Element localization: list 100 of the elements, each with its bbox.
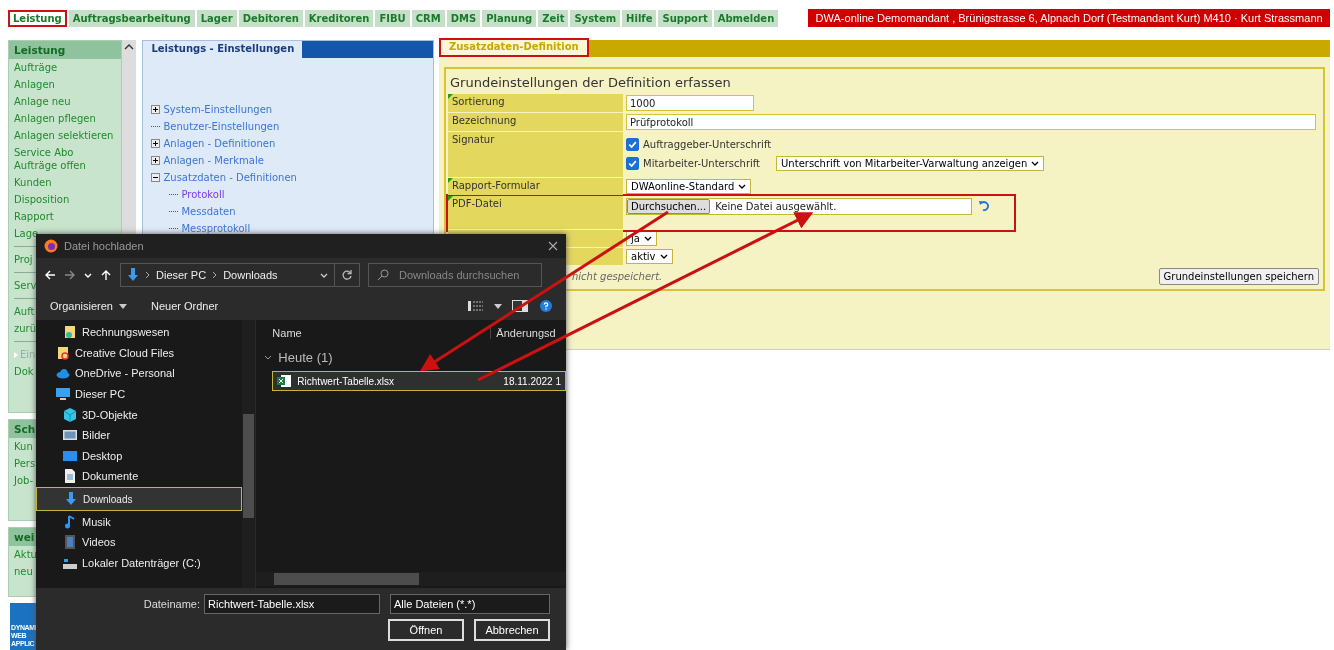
nav-tab[interactable]: DMS — [446, 9, 481, 27]
caret-icon — [643, 236, 652, 241]
open-button[interactable]: Öffnen — [388, 619, 464, 641]
text-field[interactable]: 1000 — [626, 95, 754, 111]
tree-toggle-icon[interactable] — [151, 105, 161, 114]
nav-item[interactable]: Lokaler Datenträger (C:) — [36, 552, 243, 574]
panel-tab[interactable]: Zusatzdaten-Definition — [439, 38, 589, 57]
tree-toggle-icon[interactable] — [151, 156, 161, 165]
nav-tab[interactable]: CRM — [411, 9, 445, 27]
nav-tab[interactable]: Planung — [482, 9, 537, 27]
scrollbar[interactable] — [242, 320, 256, 588]
nav-item[interactable]: Desktop — [36, 445, 243, 467]
sidebar-link[interactable]: Disposition — [9, 191, 122, 208]
tree-item[interactable]: Messprotokoll — [181, 223, 251, 234]
sidebar-link[interactable]: Anlagen pflegen — [9, 110, 122, 127]
dropdown[interactable]: DWAonline-Standard — [626, 179, 752, 194]
address-bar[interactable]: Dieser PC Downloads — [120, 263, 360, 287]
nav-tab[interactable]: System — [570, 9, 621, 27]
close-icon[interactable] — [548, 241, 558, 251]
tree-item[interactable]: Anlagen - Definitionen — [163, 138, 276, 149]
tree-item[interactable]: Benutzer-Einstellungen — [163, 121, 280, 132]
checkmark-icon — [627, 139, 638, 150]
nav-tab[interactable]: Debitoren — [238, 9, 303, 27]
sidebar-link[interactable]: Rapport — [9, 208, 122, 225]
path-segment[interactable]: Downloads — [223, 269, 278, 281]
dropdown[interactable]: aktiv — [626, 249, 673, 264]
nav-tab[interactable]: FIBU — [375, 9, 410, 27]
form-title: Grundeinstellungen der Definition erfassen — [450, 75, 732, 90]
pictures-icon — [63, 428, 77, 443]
cancel-button[interactable]: Abbrechen — [474, 619, 550, 641]
nav-tab[interactable]: Support — [658, 9, 712, 27]
nav-tab[interactable]: Hilfe — [622, 9, 657, 27]
file-field[interactable]: Durchsuchen... Keine Datei ausgewählt. — [626, 198, 972, 215]
nav-tab[interactable]: Kreditoren — [304, 9, 374, 27]
scroll-up-icon[interactable] — [124, 44, 135, 50]
sidebar-link[interactable]: Kunden — [9, 174, 122, 191]
tree-connector — [169, 194, 179, 195]
client-info-bar: DWA-online Demomandant , Brünigstrasse 6, Alpnach Dorf (Testmandant Kurt) M410 · Kurt Strassmann — [808, 9, 1330, 27]
sidebar-link[interactable]: Anlage neu — [9, 93, 122, 110]
tree-item[interactable]: Anlagen - Merkmale — [163, 155, 264, 166]
sidebar-link[interactable]: Service Abo Aufträge offen — [9, 144, 122, 174]
nav-tab[interactable]: Zeit — [538, 9, 569, 27]
browse-button[interactable]: Durchsuchen... — [627, 199, 711, 214]
sidebar-heading: Leistung — [9, 41, 122, 59]
dropdown[interactable]: Unterschrift von Mitarbeiter-Varwaltung anzeigen — [776, 156, 1045, 171]
toolbar-button[interactable]: Neuer Ordner — [151, 300, 219, 312]
undo-icon[interactable] — [978, 200, 990, 212]
forward-arrow-icon[interactable] — [64, 269, 76, 281]
chevron-icon — [145, 271, 150, 279]
scrollbar[interactable] — [256, 572, 566, 586]
documents-icon — [63, 469, 77, 484]
column-header[interactable]: Änderungsd — [490, 327, 556, 339]
column-header[interactable]: Name — [272, 327, 491, 339]
checkbox[interactable] — [626, 138, 639, 151]
field-label: Bezeichnung — [452, 115, 517, 126]
sidebar-link[interactable]: Anlagen — [9, 76, 122, 93]
tree-toggle-icon[interactable] — [151, 139, 161, 148]
text-field[interactable]: Prüfprotokoll — [626, 114, 1316, 130]
collapse-caret-icon[interactable] — [264, 355, 273, 360]
filename-field[interactable]: Richtwert-Tabelle.xlsx — [204, 594, 380, 614]
desktop-icon — [63, 448, 77, 463]
refresh-icon[interactable] — [341, 269, 353, 281]
nav-item[interactable]: Downloads — [36, 486, 243, 512]
tree-item[interactable]: Protokoll — [181, 189, 225, 200]
caret-icon[interactable] — [320, 272, 328, 278]
group-header[interactable]: Heute (1) — [256, 346, 566, 369]
dialog-title: Datei hochladen — [64, 240, 145, 252]
file-type-dropdown[interactable]: Alle Dateien (*.*) — [390, 594, 550, 614]
save-button[interactable]: Grundeinstellungen speichern — [1158, 268, 1319, 285]
back-arrow-icon[interactable] — [44, 269, 56, 281]
search-field[interactable]: Downloads durchsuchen — [368, 263, 542, 287]
help-icon[interactable] — [538, 300, 554, 312]
field-label: PDF-Datei — [452, 198, 502, 209]
nav-item[interactable]: Dokumente — [36, 466, 243, 487]
tree-item[interactable]: Messdaten — [181, 206, 236, 217]
sidebar-link[interactable]: Anlagen selektieren — [9, 127, 122, 144]
cube-icon — [63, 407, 77, 422]
nav-item[interactable]: Dieser PC — [36, 383, 243, 405]
nav-tab[interactable]: Auftragsbearbeitung — [68, 9, 195, 27]
nav-tab[interactable]: Leistung — [8, 9, 67, 27]
path-segment[interactable]: Dieser PC — [156, 269, 207, 281]
nav-item[interactable]: Rechnungswesen — [36, 322, 243, 343]
nav-tab[interactable]: Lager — [196, 9, 237, 27]
onedrive-icon — [56, 366, 70, 381]
music-icon — [63, 514, 77, 529]
nav-tab[interactable]: Abmelden — [713, 9, 779, 27]
view-options-icon[interactable] — [468, 300, 484, 312]
tree-toggle-icon[interactable] — [151, 173, 161, 182]
status-note: nicht gespeichert. — [572, 271, 663, 282]
tree-item[interactable]: Zusatzdaten - Definitionen — [163, 172, 297, 183]
nav-item[interactable]: OneDrive - Personal — [36, 363, 243, 384]
sidebar-link[interactable]: Aufträge — [9, 59, 122, 76]
file-row[interactable]: Richtwert-Tabelle.xlsx 18.11.2022 1 — [272, 371, 566, 391]
tree-item[interactable]: System-Einstellungen — [163, 104, 273, 115]
up-arrow-icon[interactable] — [100, 269, 112, 281]
tree-connector — [169, 211, 179, 212]
pc-icon — [56, 387, 70, 402]
caret-icon[interactable] — [494, 303, 502, 309]
checkbox[interactable] — [626, 157, 639, 170]
toolbar-button[interactable]: Organisieren — [50, 300, 127, 312]
